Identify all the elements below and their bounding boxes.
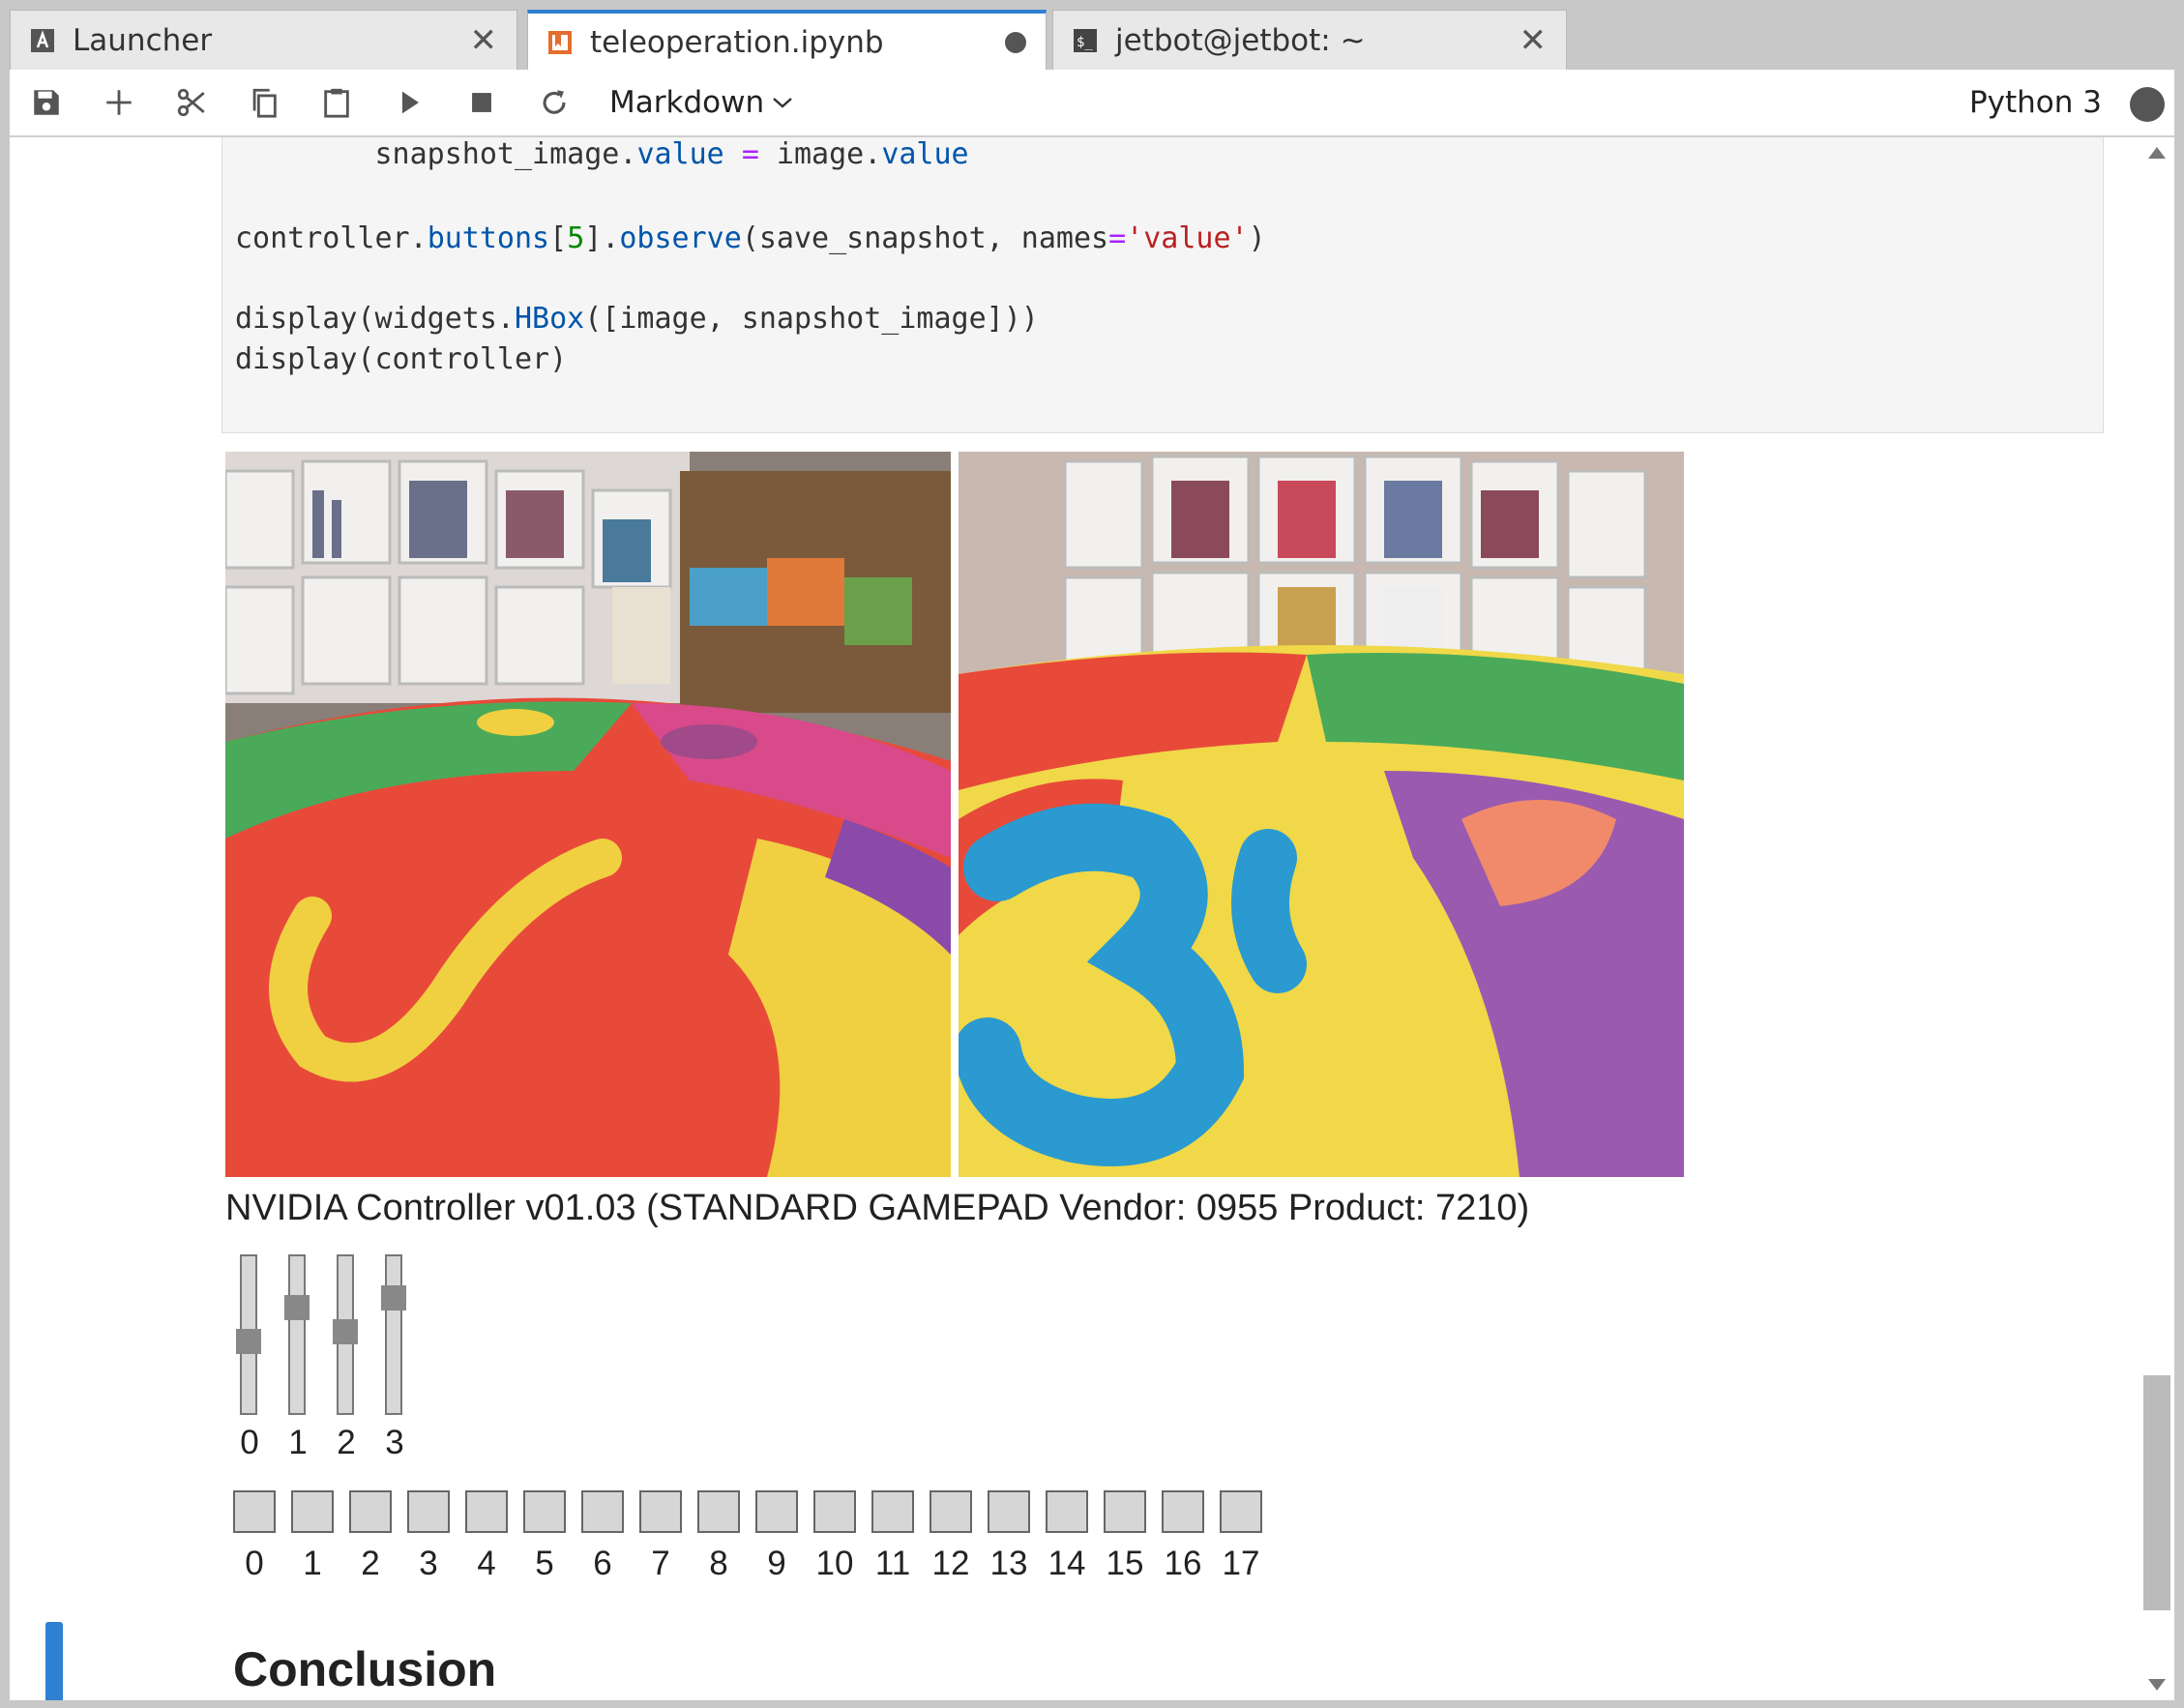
launcher-icon (30, 28, 55, 53)
axis-label: 0 (240, 1424, 259, 1461)
tab-teleoperation[interactable]: teleoperation.ipynb (527, 10, 1047, 71)
slider-thumb[interactable] (284, 1295, 310, 1320)
active-cell-marker (45, 1622, 63, 1700)
tab-launcher[interactable]: Launcher ✕ (10, 10, 517, 70)
gamepad-button[interactable] (407, 1490, 450, 1533)
svg-text:$_: $_ (1077, 35, 1093, 50)
axis-slider-3[interactable] (381, 1254, 406, 1415)
gamepad-button[interactable] (349, 1490, 392, 1533)
kernel-status-icon (2130, 87, 2165, 122)
save-button[interactable] (10, 69, 82, 136)
axis-label: 3 (385, 1424, 404, 1461)
controller-title: NVIDIA Controller v01.03 (STANDARD GAMEP… (225, 1188, 1530, 1228)
tab-bar: Launcher ✕ teleoperation.ipynb $_ jetbot… (0, 0, 2184, 71)
cell-type-dropdown[interactable]: Markdown (609, 85, 793, 120)
axis-label: 1 (288, 1424, 308, 1461)
gamepad-button-label: 14 (1048, 1545, 1086, 1582)
plus-icon (105, 90, 132, 115)
gamepad-button-label: 12 (931, 1545, 970, 1582)
gamepad-button-label: 9 (767, 1545, 786, 1582)
gamepad-button[interactable] (1220, 1490, 1262, 1533)
copy-button[interactable] (227, 69, 300, 136)
gamepad-button[interactable] (233, 1490, 276, 1533)
gamepad-button-label: 17 (1222, 1545, 1260, 1582)
scroll-down-arrow-icon[interactable] (2148, 1679, 2166, 1691)
axis-slider-2[interactable] (333, 1254, 358, 1415)
gamepad-button[interactable] (930, 1490, 972, 1533)
gamepad-button[interactable] (1162, 1490, 1204, 1533)
cut-button[interactable] (155, 69, 227, 136)
tab-label: teleoperation.ipynb (590, 24, 884, 60)
gamepad-button-label: 4 (477, 1545, 496, 1582)
play-icon (401, 91, 419, 114)
notebook-panel: snapshot_image.value = image.value contr… (10, 137, 2140, 1700)
scroll-up-arrow-icon[interactable] (2148, 147, 2166, 159)
code-line: controller.buttons[5].observe(save_snaps… (235, 221, 1266, 255)
gamepad-button-label: 1 (303, 1545, 322, 1582)
insert-cell-button[interactable] (82, 69, 155, 136)
tab-label: jetbot@jetbot: ~ (1115, 22, 1366, 58)
gamepad-button[interactable] (523, 1490, 566, 1533)
chevron-down-icon (773, 98, 792, 108)
gamepad-button[interactable] (639, 1490, 682, 1533)
close-icon[interactable]: ✕ (470, 21, 498, 60)
notebook-toolbar: Markdown Python 3 (10, 70, 2174, 137)
axis-slider-0[interactable] (236, 1254, 261, 1415)
stop-icon (471, 93, 491, 112)
refresh-icon (543, 90, 565, 114)
camera-image (225, 452, 951, 1177)
restart-button[interactable] (517, 69, 590, 136)
clipboard-icon (323, 88, 349, 118)
axis-label: 2 (337, 1424, 356, 1461)
kernel-name[interactable]: Python 3 (1969, 85, 2102, 120)
snapshot-image (959, 452, 1684, 1177)
gamepad-button[interactable] (755, 1490, 798, 1533)
gamepad-button-label: 16 (1164, 1545, 1202, 1582)
gamepad-button[interactable] (813, 1490, 856, 1533)
gamepad-button-label: 7 (651, 1545, 670, 1582)
gamepad-button-label: 8 (709, 1545, 728, 1582)
gamepad-button[interactable] (988, 1490, 1030, 1533)
tab-label: Launcher (73, 22, 213, 58)
slider-thumb[interactable] (236, 1329, 261, 1354)
markdown-heading: Conclusion (233, 1642, 497, 1696)
gamepad-button[interactable] (581, 1490, 624, 1533)
paste-button[interactable] (300, 69, 372, 136)
code-line: display(widgets.HBox([image, snapshot_im… (235, 302, 1039, 336)
close-icon[interactable]: ✕ (1520, 21, 1548, 60)
slider-thumb[interactable] (381, 1284, 406, 1310)
gamepad-button[interactable] (1046, 1490, 1088, 1533)
gamepad-button-label: 0 (245, 1545, 264, 1582)
code-cell-editor[interactable]: snapshot_image.value = image.value contr… (221, 137, 2104, 433)
slider-thumb[interactable] (333, 1318, 358, 1344)
run-button[interactable] (372, 69, 445, 136)
terminal-icon: $_ (1073, 28, 1098, 53)
copy-icon (252, 88, 277, 118)
gamepad-button-label: 10 (815, 1545, 854, 1582)
gamepad-button-label: 11 (874, 1545, 911, 1582)
unsaved-indicator-icon[interactable] (1005, 31, 1026, 53)
code-line: snapshot_image.value = image.value (374, 137, 969, 171)
cell-type-label: Markdown (609, 85, 765, 120)
gamepad-button-label: 6 (593, 1545, 612, 1582)
gamepad-button[interactable] (291, 1490, 334, 1533)
scissors-icon (177, 88, 205, 117)
gamepad-button[interactable] (697, 1490, 740, 1533)
notebook-scrollbar[interactable] (2140, 137, 2174, 1700)
gamepad-button[interactable] (871, 1490, 914, 1533)
interrupt-button[interactable] (445, 69, 517, 136)
gamepad-button-label: 13 (989, 1545, 1028, 1582)
gamepad-button[interactable] (465, 1490, 508, 1533)
gamepad-button-label: 5 (535, 1545, 554, 1582)
gamepad-button-label: 15 (1106, 1545, 1144, 1582)
gamepad-button[interactable] (1104, 1490, 1146, 1533)
axis-slider-1[interactable] (284, 1254, 310, 1415)
notebook-icon (547, 30, 573, 55)
gamepad-button-label: 2 (361, 1545, 380, 1582)
tab-terminal[interactable]: $_ jetbot@jetbot: ~ ✕ (1052, 10, 1567, 70)
save-icon (33, 90, 59, 115)
code-line: display(controller) (235, 342, 568, 376)
gamepad-button-label: 3 (419, 1545, 438, 1582)
scrollbar-thumb[interactable] (2143, 1375, 2170, 1610)
